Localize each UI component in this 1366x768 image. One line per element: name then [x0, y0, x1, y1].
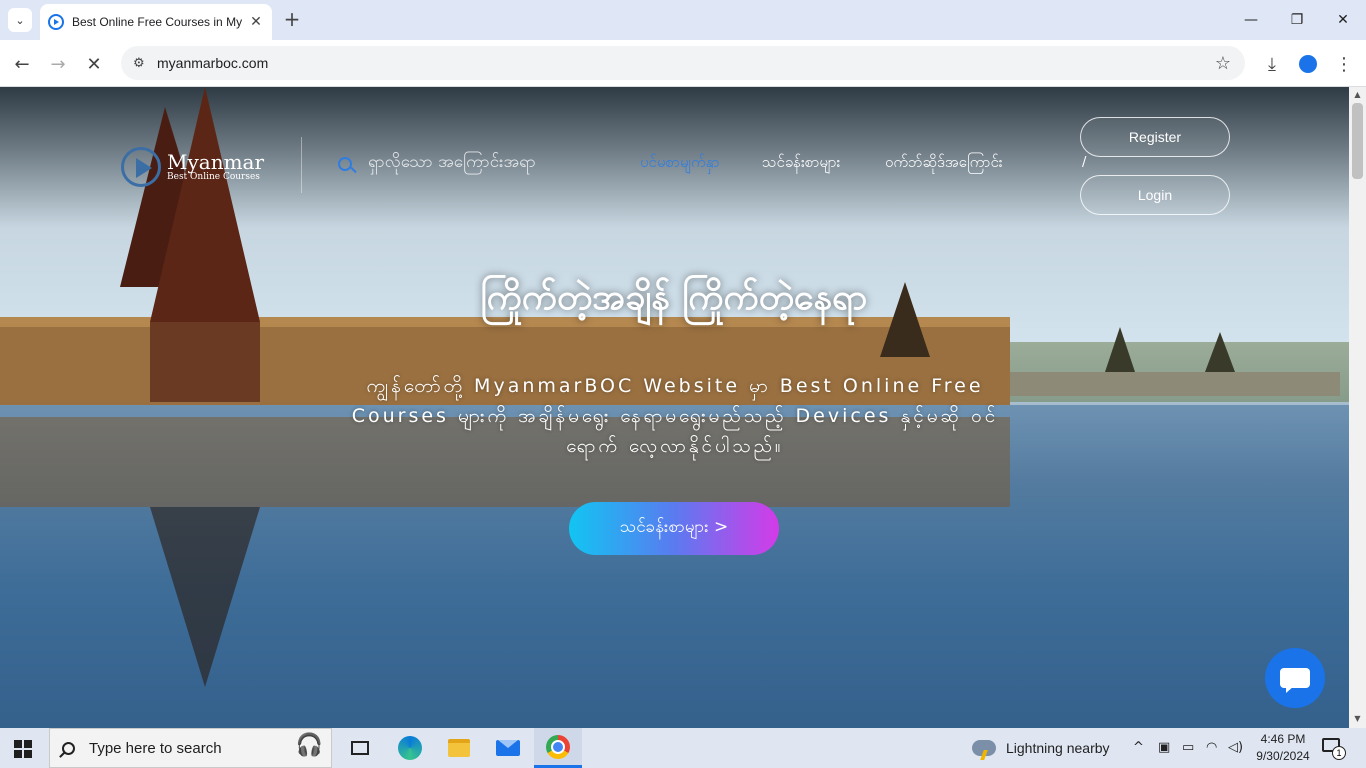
mail-app-button[interactable] [484, 728, 532, 768]
logo-play-icon [121, 147, 161, 187]
system-clock[interactable]: 4:46 PM 9/30/2024 [1248, 731, 1318, 765]
logo-subtitle: Best Online Courses [167, 171, 260, 182]
lessons-cta-button[interactable]: သင်ခန်းစာများ > [569, 502, 779, 555]
new-tab-button[interactable]: + [282, 8, 302, 32]
scroll-up-icon[interactable]: ▲ [1349, 90, 1366, 99]
chevron-up-icon[interactable]: ^ [1133, 740, 1144, 755]
edge-icon [398, 736, 422, 760]
hero-description: ကျွန်တော်တို့ MyanmarBOC Website မှာ Bes… [351, 375, 999, 457]
weather-widget[interactable]: Lightning nearby [972, 728, 1110, 768]
edge-app-button[interactable] [386, 728, 434, 768]
register-button[interactable]: Register [1080, 117, 1230, 157]
search-highlight-icon: 🎧 [295, 733, 323, 758]
site-favicon-icon [48, 14, 64, 30]
chrome-icon [546, 734, 570, 759]
url-text[interactable]: myanmarboc.com [157, 55, 1215, 71]
back-button[interactable]: ← [8, 50, 36, 78]
clock-time: 4:46 PM [1260, 732, 1306, 746]
nav-home[interactable]: ပင်မစာမျက်နှာ [640, 153, 720, 175]
nav-about[interactable]: ဝက်ဘ်ဆိုဒ်အကြောင်း [885, 153, 1003, 175]
taskbar-search-box[interactable]: Type here to search 🎧 [49, 728, 332, 768]
file-explorer-button[interactable] [435, 728, 483, 768]
person-icon [1299, 55, 1317, 73]
tab-title: Best Online Free Courses in My [72, 15, 242, 29]
download-button[interactable]: ⤓ [1258, 50, 1286, 78]
search-icon [62, 741, 75, 755]
site-info-icon[interactable]: ⚙ [133, 56, 153, 71]
minimize-button[interactable]: — [1228, 0, 1274, 40]
chat-bubble-icon [1280, 668, 1310, 693]
site-logo[interactable]: Myanmar Best Online Courses [121, 147, 264, 187]
chat-button[interactable] [1265, 648, 1325, 708]
stop-loading-button[interactable]: ✕ [80, 50, 108, 78]
address-bar[interactable]: ⚙ myanmarboc.com ☆ [121, 46, 1245, 80]
tab-close-icon[interactable]: ✕ [248, 14, 264, 30]
wifi-icon[interactable]: ◠ [1206, 740, 1217, 755]
storm-cloud-icon [972, 740, 996, 756]
scrollbar-thumb[interactable] [1352, 103, 1363, 179]
notification-center-button[interactable]: 1 [1322, 738, 1346, 760]
meet-now-icon[interactable]: ▣ [1158, 740, 1170, 755]
browser-tabstrip: ⌄ Best Online Free Courses in My ✕ + — ❐… [0, 0, 1366, 40]
folder-icon [448, 739, 470, 757]
page-scrollbar[interactable]: ▲ ▼ [1349, 87, 1366, 728]
arrow-right-icon: → [50, 53, 66, 75]
close-window-button[interactable]: ✕ [1320, 0, 1366, 40]
chrome-app-button[interactable] [534, 728, 582, 768]
mail-icon [496, 740, 520, 756]
star-icon[interactable]: ☆ [1215, 53, 1231, 74]
windows-taskbar: Type here to search 🎧 Lightning nearby ^… [0, 728, 1366, 768]
battery-icon[interactable]: ▭ [1182, 740, 1194, 755]
kebab-icon: ⋮ [1335, 53, 1353, 75]
clock-date: 9/30/2024 [1256, 749, 1310, 763]
restore-button[interactable]: ❐ [1274, 0, 1320, 40]
tab-search-button[interactable]: ⌄ [8, 8, 32, 32]
browser-toolbar: ← → ✕ ⚙ myanmarboc.com ☆ ⤓ ⋮ [0, 40, 1366, 87]
logo-name: Myanmar [167, 149, 265, 174]
windows-start-icon[interactable] [14, 740, 32, 758]
forward-button[interactable]: → [44, 50, 72, 78]
close-icon: ✕ [86, 53, 102, 75]
notification-badge: 1 [1332, 746, 1346, 760]
search-placeholder: ရှာလိုသော အကြောင်းအရာ [368, 152, 536, 172]
taskbar-search-placeholder: Type here to search [89, 739, 222, 757]
site-search-input[interactable]: ရှာလိုသော အကြောင်းအရာ [338, 151, 536, 176]
task-view-icon [351, 741, 369, 755]
hero-title: ကြိုက်တဲ့အချိန် ကြိုက်တဲ့နေရာ [480, 277, 868, 318]
arrow-left-icon: ← [14, 53, 30, 75]
download-icon: ⤓ [1268, 53, 1276, 75]
nav-lessons[interactable]: သင်ခန်းစာများ [762, 153, 840, 175]
browser-menu-button[interactable]: ⋮ [1330, 50, 1358, 78]
chevron-down-icon: ⌄ [15, 13, 25, 27]
weather-text: Lightning nearby [1006, 740, 1110, 756]
login-button[interactable]: Login [1080, 175, 1230, 215]
auth-separator: / [1082, 155, 1087, 170]
browser-tab[interactable]: Best Online Free Courses in My ✕ [40, 4, 272, 40]
task-view-button[interactable] [336, 728, 384, 768]
volume-icon[interactable]: ◁) [1228, 740, 1243, 755]
search-icon [338, 156, 352, 171]
header-divider [301, 137, 302, 193]
scroll-down-icon[interactable]: ▼ [1349, 714, 1366, 723]
web-page: Myanmar Best Online Courses ရှာလိုသော အက… [0, 87, 1349, 728]
profile-button[interactable] [1294, 50, 1322, 78]
